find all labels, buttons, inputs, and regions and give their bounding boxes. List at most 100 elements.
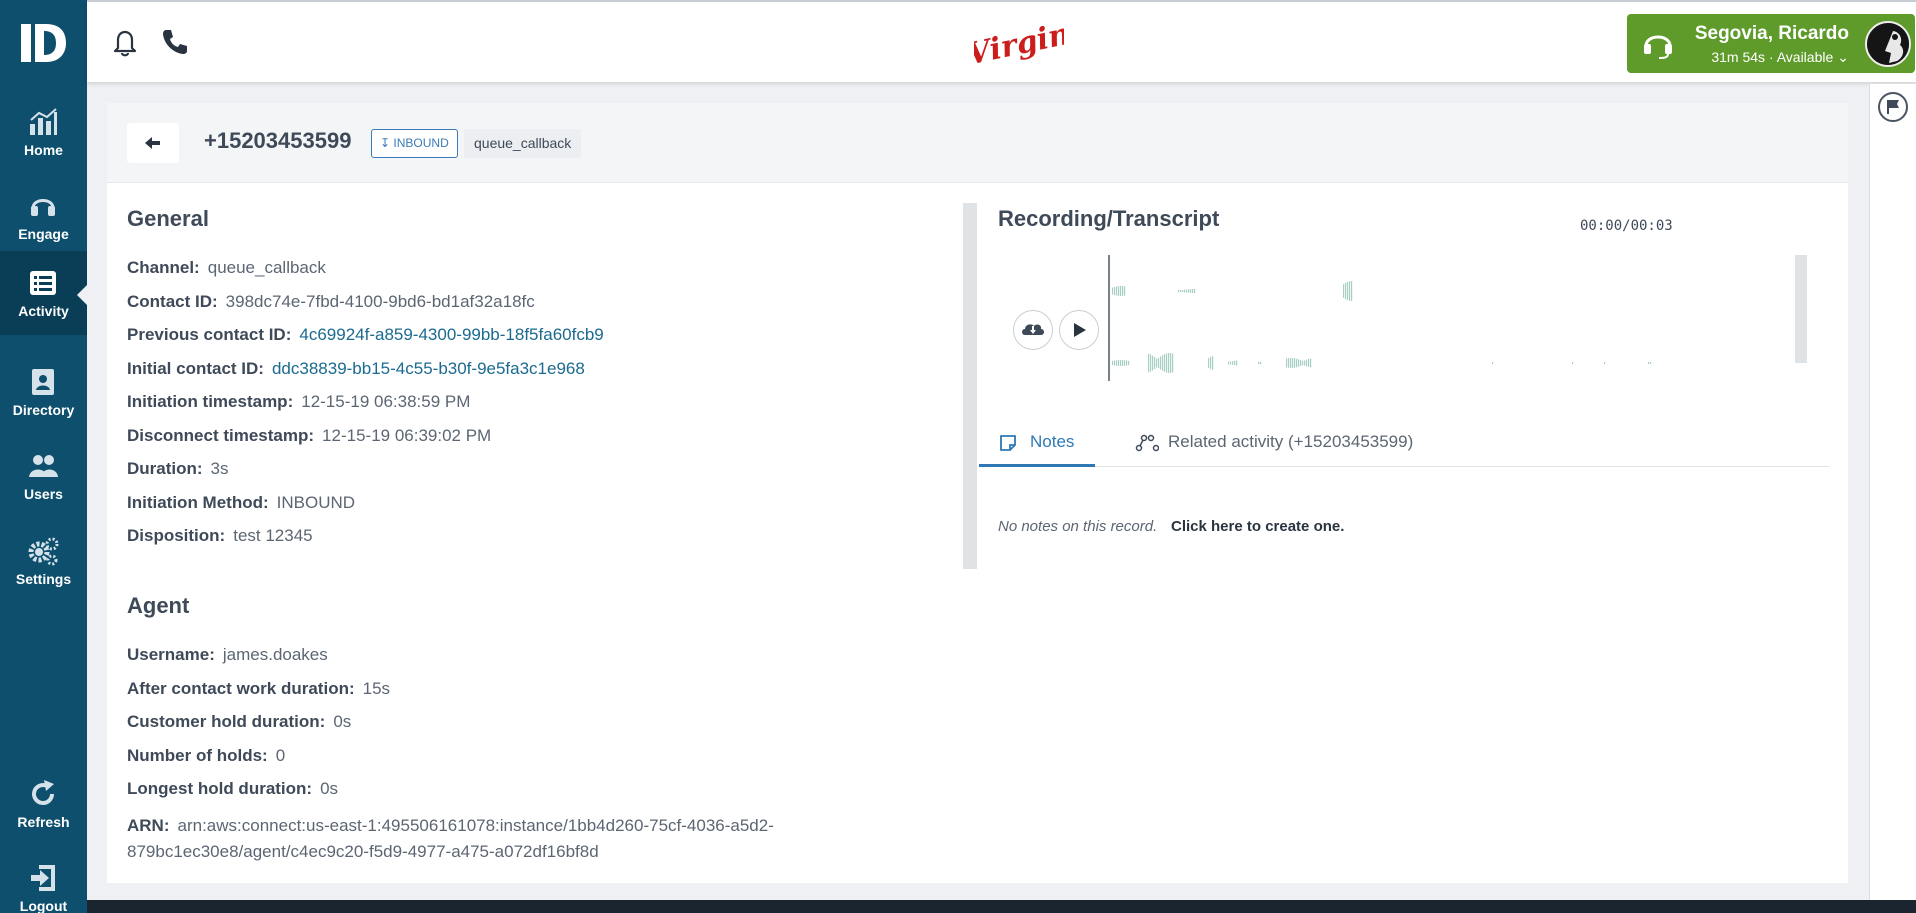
- phone-icon[interactable]: [159, 26, 189, 58]
- field-label: Initial contact ID:: [127, 359, 264, 378]
- field-value: 12-15-19 06:39:02 PM: [322, 426, 492, 445]
- field-value: 0s: [333, 712, 352, 731]
- waveform-bar: [1154, 357, 1156, 369]
- bar-chart-icon: [30, 108, 57, 135]
- create-note-link[interactable]: Click here to create one.: [1171, 518, 1344, 535]
- nav-users[interactable]: Users: [0, 434, 87, 518]
- field-label: After contact work duration:: [127, 679, 355, 698]
- waveform-bar: [1288, 358, 1290, 368]
- waveform-bar: [1650, 362, 1652, 364]
- waveform-bar: [1300, 360, 1302, 366]
- waveform-bar: [1162, 355, 1164, 371]
- waveform-bar: [1124, 286, 1126, 296]
- gears-icon: [28, 537, 59, 566]
- field-value: queue_callback: [207, 258, 326, 277]
- field-label: Duration:: [127, 459, 203, 478]
- refresh-icon: [32, 780, 54, 805]
- field-channel: Channel: queue_callback: [127, 258, 326, 278]
- bell-icon[interactable]: [110, 26, 140, 58]
- waveform-bar: [1152, 355, 1154, 371]
- direction-badge-text: INBOUND: [393, 136, 449, 150]
- nav-settings[interactable]: Settings: [0, 519, 87, 603]
- general-heading: General: [127, 206, 209, 231]
- waveform-bar: [1349, 281, 1351, 301]
- nav-activity-label: Activity: [18, 303, 69, 319]
- download-recording-button[interactable]: [1013, 310, 1053, 350]
- waveform-bar: [1343, 284, 1345, 298]
- headset-icon: [31, 199, 55, 216]
- field-label: Initiation Method:: [127, 493, 269, 512]
- play-button[interactable]: [1059, 310, 1099, 350]
- field-label: Customer hold duration:: [127, 712, 326, 731]
- field-initiation-method: Initiation Method: INBOUND: [127, 493, 355, 513]
- waveform-bar: [1180, 290, 1182, 292]
- field-value: 0: [275, 746, 286, 765]
- app-logo[interactable]: [18, 20, 68, 66]
- field-disposition: Disposition: test 12345: [127, 526, 313, 546]
- tab-notes[interactable]: Notes: [979, 416, 1095, 467]
- field-value: arn:aws:connect:us-east-1:495506161078:i…: [127, 816, 774, 861]
- field-label: Previous contact ID:: [127, 325, 292, 344]
- panel-divider: [963, 203, 977, 569]
- svg-text:Virgin: Virgin: [974, 17, 1064, 70]
- waveform-bar: [1126, 360, 1128, 366]
- avatar[interactable]: [1865, 21, 1911, 67]
- nav-home[interactable]: Home: [0, 90, 87, 174]
- back-button[interactable]: [127, 123, 179, 163]
- virgin-logo: Virgin: [974, 17, 1064, 70]
- previous-contact-link[interactable]: 4c69924f-a859-4300-99bb-18f5fa60fcb9: [299, 325, 603, 344]
- nav-engage-label: Engage: [18, 226, 69, 242]
- field-label: Disposition:: [127, 526, 226, 545]
- field-initial-contact-id: Initial contact ID: ddc38839-bb15-4c55-b3…: [127, 359, 585, 379]
- waveform-bar: [1306, 359, 1308, 367]
- waveform-bar: [1150, 354, 1152, 372]
- page-title: +15203453599: [204, 128, 352, 153]
- field-contact-id: Contact ID: 398dc74e-7fbd-4100-9bd6-bd1af…: [127, 292, 535, 312]
- tab-related-activity[interactable]: Related activity (+15203453599): [1135, 416, 1435, 467]
- waveform-bar: [1192, 289, 1194, 293]
- waveform-scrollbar[interactable]: [1795, 255, 1807, 363]
- agent-status-button[interactable]: Segovia, Ricardo 31m 54s · Available ⌄: [1627, 14, 1915, 73]
- nav-engage[interactable]: Engage: [0, 174, 87, 258]
- field-label: ARN:: [127, 816, 170, 835]
- waveform-bar: [1304, 360, 1306, 366]
- waveform-bar: [1114, 360, 1116, 366]
- flag-button[interactable]: [1878, 92, 1908, 122]
- waveform-bar: [1604, 362, 1606, 364]
- nav-directory[interactable]: Directory: [0, 350, 87, 434]
- audio-waveform[interactable]: [1108, 255, 1683, 383]
- field-value: 12-15-19 06:38:59 PM: [301, 392, 471, 411]
- waveform-bar: [1210, 357, 1212, 369]
- field-value: 15s: [362, 679, 391, 698]
- sidebar: Home Engage Activity Directory Users Set…: [0, 0, 87, 913]
- field-value: 0s: [320, 779, 339, 798]
- waveform-bar: [1172, 353, 1174, 373]
- logout-button[interactable]: Logout: [0, 846, 87, 913]
- note-icon: [1000, 435, 1016, 451]
- waveform-bar: [1166, 353, 1168, 373]
- cloud-download-icon: [1022, 324, 1044, 335]
- playback-time: 00:00/00:03: [1580, 218, 1673, 234]
- waveform-bar: [1148, 353, 1150, 373]
- field-label: Number of holds:: [127, 746, 268, 765]
- inbound-arrow-icon: ↧: [380, 136, 391, 150]
- waveform-bar: [1230, 361, 1232, 365]
- field-label: Channel:: [127, 258, 200, 277]
- record-header: +15203453599 ↧ INBOUND queue_callback: [107, 103, 1848, 183]
- waveform-bar: [1296, 358, 1298, 368]
- waveform-bar: [1190, 289, 1192, 293]
- field-label: Contact ID:: [127, 292, 218, 311]
- field-number-of-holds: Number of holds: 0: [127, 746, 285, 766]
- initial-contact-link[interactable]: ddc38839-bb15-4c55-b30f-9e5fa3c1e968: [272, 359, 585, 378]
- refresh-label: Refresh: [17, 814, 70, 830]
- nav-activity[interactable]: Activity: [0, 251, 87, 335]
- waveform-bar: [1194, 289, 1196, 293]
- waveform-bar: [1208, 358, 1210, 368]
- waveform-bar: [1156, 358, 1158, 368]
- field-previous-contact-id: Previous contact ID: 4c69924f-a859-4300-9…: [127, 325, 604, 345]
- logout-icon: [31, 865, 55, 891]
- refresh-button[interactable]: Refresh: [0, 762, 87, 846]
- related-graph-icon: [1135, 434, 1159, 452]
- waveform-bar: [1308, 359, 1310, 367]
- avatar-image: [1867, 23, 1909, 65]
